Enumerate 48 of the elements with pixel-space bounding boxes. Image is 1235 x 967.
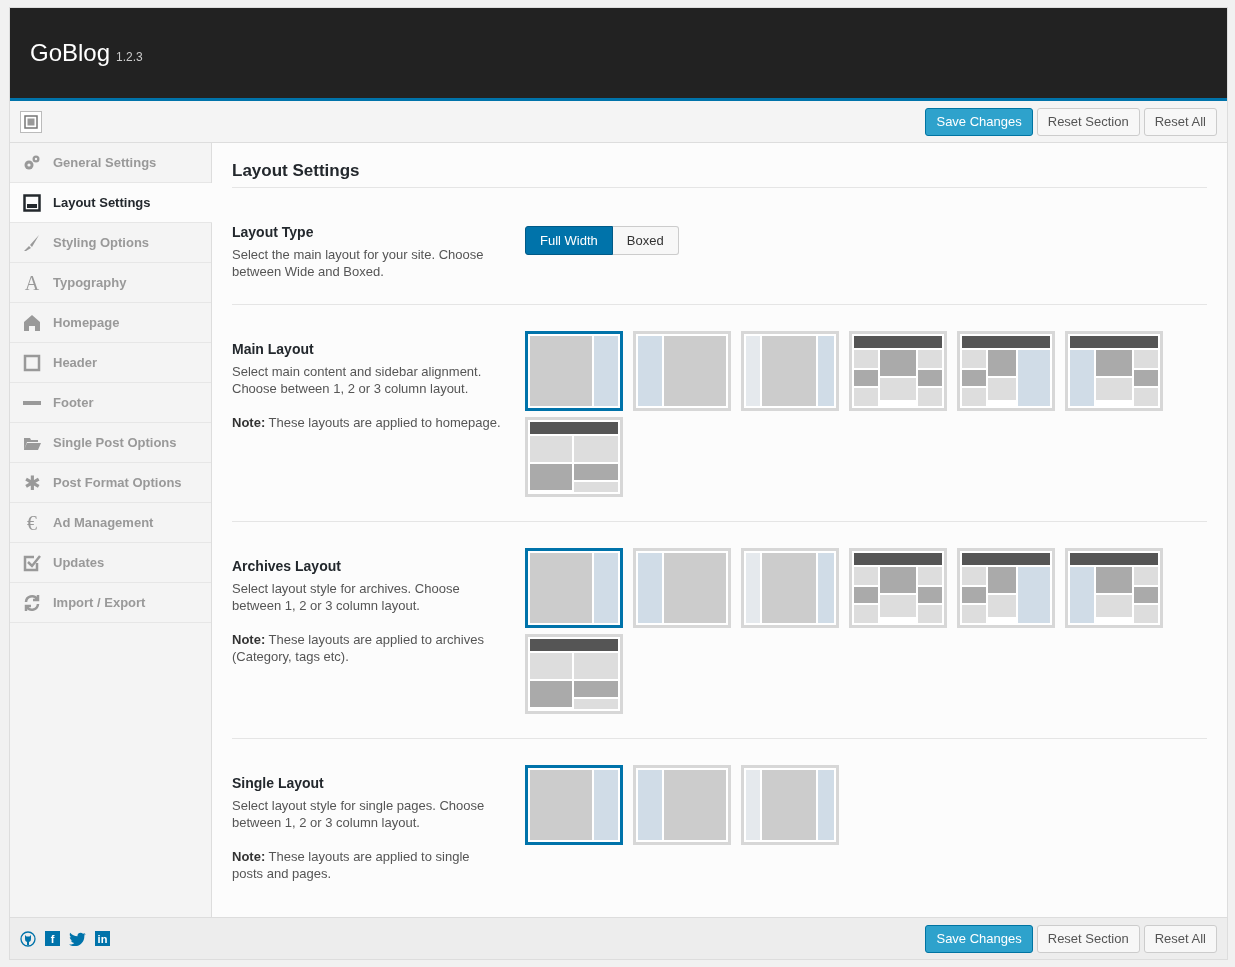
setting-title: Main Layout [232, 341, 315, 357]
setting-title: Layout Type [232, 224, 315, 240]
sidebar-item[interactable]: A Typography [10, 263, 211, 303]
setting-description: Select the main layout for your site. Choose between Wide and Boxed. [232, 246, 485, 280]
setting-title: Single Layout [232, 775, 325, 791]
setting-note: Note: These layouts are applied to homepage. [232, 414, 502, 431]
sidebar-item[interactable]: Import / Export [10, 583, 211, 623]
sidebar-item[interactable]: ✱ Post Format Options [10, 463, 211, 503]
layout-icon [23, 193, 41, 212]
twitter-icon[interactable] [69, 931, 86, 946]
footer-button[interactable]: Reset All [1143, 924, 1217, 953]
toolbar-button[interactable]: Save Changes [925, 107, 1033, 136]
facebook-icon[interactable]: f [45, 931, 60, 946]
home-icon [23, 313, 41, 332]
toolbar-button[interactable]: Reset Section [1036, 107, 1140, 136]
setting-description: Select main content and sidebar alignment. Choose between 1, 2 or 3 column layout. [232, 363, 483, 397]
sidebar-item[interactable]: Styling Options [10, 223, 211, 263]
toolbar-button[interactable]: Reset All [1143, 107, 1217, 136]
version-label: 1.2.3 [116, 50, 143, 64]
sidebar-glyph-icon: ✱ [23, 473, 41, 492]
sidebar-item[interactable]: Footer [10, 383, 211, 423]
setting-description: Select layout style for archives. Choose between 1, 2 or 3 column layout. [232, 580, 461, 614]
sidebar-item[interactable]: Homepage [10, 303, 211, 343]
github-icon[interactable] [20, 930, 36, 947]
refresh-icon [23, 593, 41, 612]
footer-button[interactable]: Reset Section [1036, 924, 1140, 953]
setting-description: Select layout style for single pages. Choose between 1, 2 or 3 column layout. [232, 797, 486, 831]
sidebar-item[interactable]: Updates [10, 543, 211, 583]
setting-note: Note: These layouts are applied to single posts and pages. [232, 848, 471, 882]
app-title: GoBlog [30, 39, 111, 67]
square-icon [23, 353, 41, 372]
gears-icon [23, 153, 41, 172]
layout-type-button[interactable]: Full Width [525, 226, 613, 255]
layout-type-button[interactable]: Boxed [612, 226, 679, 255]
linkedin-icon[interactable]: in [95, 931, 110, 946]
minus-icon [23, 400, 41, 405]
sidebar-item[interactable]: € Ad Management [10, 503, 211, 543]
footer-button[interactable]: Save Changes [925, 924, 1033, 953]
sidebar-item[interactable]: Single Post Options [10, 423, 211, 463]
sidebar-glyph-icon: A [23, 273, 41, 292]
sidebar-item[interactable]: Header [10, 343, 211, 383]
sidebar-item[interactable]: Layout Settings [10, 183, 212, 223]
section-heading: Layout Settings [232, 161, 1207, 188]
layout-toggle-icon[interactable] [20, 110, 42, 133]
sidebar-glyph-icon: € [23, 513, 41, 532]
setting-title: Archives Layout [232, 558, 342, 574]
check-icon [23, 553, 41, 572]
setting-note: Note: These layouts are applied to archives (Category, tags etc). [232, 631, 485, 665]
